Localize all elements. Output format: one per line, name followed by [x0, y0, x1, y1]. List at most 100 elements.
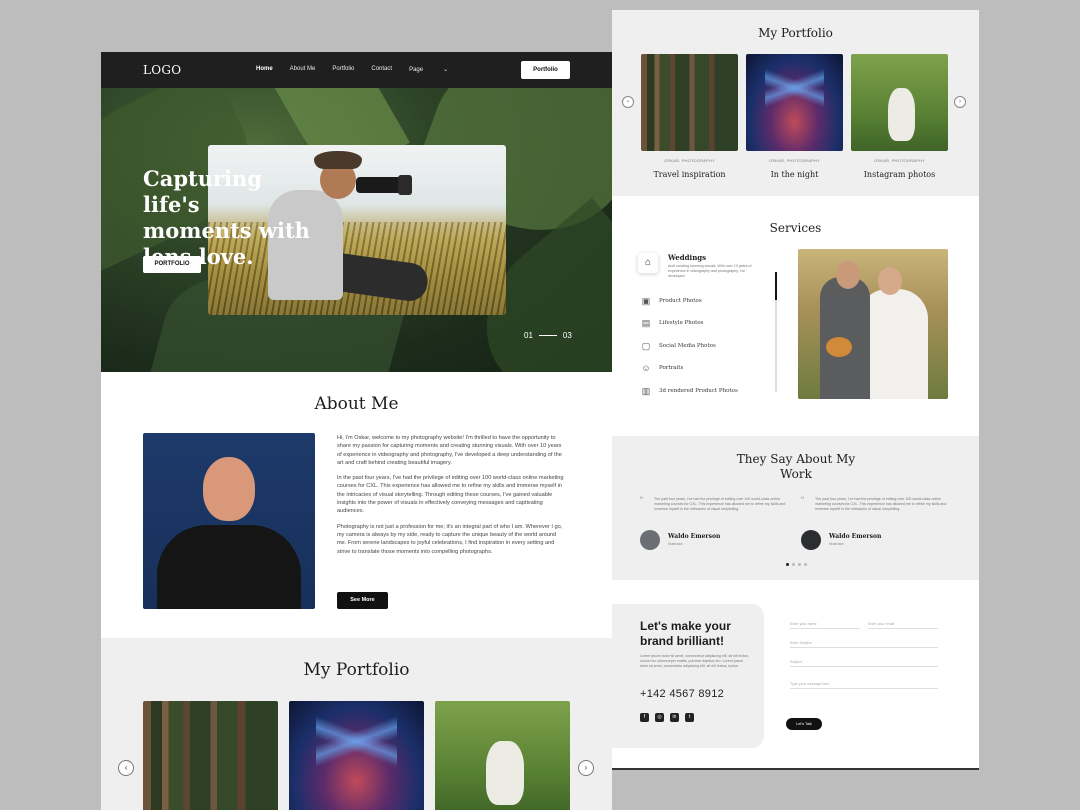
facebook-icon[interactable]: f — [640, 713, 649, 722]
testimonial-pagination — [786, 563, 807, 566]
portfolio-image-concert[interactable] — [746, 54, 843, 151]
nav-portfolio-button[interactable]: Portfolio — [521, 61, 570, 79]
contact-subtitle: Lorem ipsum dolor sit amet, consectetur … — [640, 654, 750, 668]
portfolio-caption[interactable]: Travel inspiration — [641, 170, 738, 179]
hero-portfolio-button[interactable]: PORTFOLIO — [143, 256, 201, 273]
quote-icon: “ — [801, 495, 804, 505]
nav-home[interactable]: Home — [256, 66, 273, 73]
service-label: Product Photos — [659, 298, 702, 304]
service-item[interactable]: ☺ Portraits — [640, 362, 683, 374]
portfolio-image-forest[interactable] — [143, 701, 278, 810]
portfolio-image-concert[interactable] — [289, 701, 424, 810]
chevron-down-icon: ⌄ — [443, 67, 449, 73]
portfolio-next-icon[interactable]: › — [954, 96, 966, 108]
homepage-left: LOGO Home About Me Portfolio Contact Pag… — [101, 52, 612, 810]
photographer-hat — [314, 151, 362, 169]
pagination-dot[interactable] — [798, 563, 801, 566]
testimonials-title: They Say About My Work — [736, 452, 856, 481]
product-icon: ▣ — [641, 296, 651, 306]
see-more-button[interactable]: See More — [337, 592, 388, 609]
service-label: Portraits — [659, 365, 684, 371]
testimonial-role: Illustrator — [829, 542, 844, 546]
quote-icon: “ — [640, 495, 643, 505]
camera-icon: ⌂ — [638, 253, 658, 273]
about-title: About Me — [314, 394, 399, 414]
testimonial-role: Illustrator — [668, 542, 683, 546]
portrait-shirt — [157, 525, 301, 609]
portfolio-next-icon[interactable]: › — [578, 760, 594, 776]
pagination-dot[interactable] — [786, 563, 789, 566]
avatar — [801, 530, 821, 550]
footer-bar — [612, 768, 979, 770]
portfolio-title-right: My Portfolio — [758, 26, 833, 40]
portrait-icon: ☺ — [641, 363, 651, 373]
service-label: Social Media Photos — [659, 343, 716, 349]
service-item[interactable]: ▤ Lifestyle Photos — [640, 317, 704, 329]
bride-head — [878, 267, 902, 295]
service-label: Lifestyle Photos — [659, 320, 704, 326]
logo[interactable]: LOGO — [143, 63, 181, 77]
services-scroll-thumb[interactable] — [775, 272, 777, 300]
nav-about[interactable]: About Me — [290, 66, 316, 73]
portfolio-title: My Portfolio — [303, 660, 410, 680]
pagination-dot[interactable] — [804, 563, 807, 566]
counter-divider — [538, 335, 557, 336]
email-field[interactable]: Enter your email — [868, 622, 938, 629]
testimonial-name: Waldo Emerson — [829, 533, 882, 540]
service-active-desc: Andi creating stunning visuals. With ove… — [668, 264, 752, 278]
slide-counter: 01 03 — [524, 331, 572, 340]
testimonial-text: The past four years, I've had the privil… — [654, 497, 786, 511]
portfolio-image-forest[interactable] — [641, 54, 738, 151]
about-paragraph: In the past four years, I've had the pri… — [337, 475, 564, 515]
linkedin-icon[interactable]: in — [670, 713, 679, 722]
portfolio-caption[interactable]: Instagram photos — [851, 170, 948, 179]
service-active-label: Weddings — [668, 253, 707, 262]
about-portrait — [143, 433, 315, 609]
portfolio-meta: OSKAR, PHOTOGRAPHY — [769, 158, 820, 163]
nav-page-label: Page — [409, 67, 424, 73]
portfolio-prev-icon[interactable]: ‹ — [118, 760, 134, 776]
contact-phone[interactable]: +142 4567 8912 — [640, 688, 724, 700]
portfolio-caption[interactable]: In the night — [746, 170, 843, 179]
service-item[interactable]: ▢ Social Media Photos — [640, 340, 716, 352]
nav-portfolio[interactable]: Portfolio — [332, 66, 354, 73]
about-paragraph: Hi, I'm Oskar, welcome to my photography… — [337, 435, 562, 466]
subject-field[interactable]: Enter Subject — [790, 641, 938, 648]
hero-title: Capturing life's moments with lens love. — [143, 166, 310, 269]
main-menu: Home About Me Portfolio Contact Page ⌄ — [256, 66, 482, 73]
nav-page[interactable]: Page ⌄ — [409, 66, 465, 73]
cube-icon: ▥ — [641, 386, 651, 396]
camera-lens — [398, 175, 412, 195]
wedding-photo — [798, 249, 948, 399]
slide-current: 01 — [524, 331, 533, 340]
about-paragraph: Photography is not just a profession for… — [337, 523, 563, 555]
slide-total: 03 — [562, 331, 572, 340]
avatar — [640, 530, 660, 550]
portfolio-prev-icon[interactable]: ‹ — [622, 96, 634, 108]
portfolio-meta: OSKAR, PHOTOGRAPHY — [874, 158, 925, 163]
homepage-right: My Portfolio OSKAR, PHOTOGRAPHY OSKAR, P… — [612, 10, 979, 770]
pagination-dot[interactable] — [792, 563, 795, 566]
instagram-icon[interactable]: ◎ — [655, 713, 664, 722]
twitter-icon[interactable]: t — [685, 713, 694, 722]
navbar: LOGO Home About Me Portfolio Contact Pag… — [101, 52, 612, 88]
portrait-head — [203, 457, 255, 521]
testimonial-name: Waldo Emerson — [668, 533, 721, 540]
portfolio-meta: OSKAR, PHOTOGRAPHY — [664, 158, 715, 163]
subject-field-2[interactable]: Subject — [790, 660, 938, 667]
portfolio-image-cat[interactable] — [851, 54, 948, 151]
service-label: 3d rendered Product Photos — [659, 388, 738, 394]
service-item[interactable]: ▥ 3d rendered Product Photos — [640, 385, 738, 397]
portfolio-image-cat[interactable] — [435, 701, 570, 810]
nav-contact[interactable]: Contact — [371, 66, 392, 73]
service-item-active[interactable]: ⌂ Weddings Andi creating stunning visual… — [638, 251, 760, 287]
message-field[interactable]: Type your message here — [790, 682, 938, 689]
service-item[interactable]: ▣ Product Photos — [640, 295, 702, 307]
lets-talk-button[interactable]: Let's Talk — [786, 718, 822, 730]
social-links: f ◎ in t — [640, 713, 694, 722]
contact-title: Let's make your brand brilliant! — [640, 619, 731, 648]
hero-section: Capturing life's moments with lens love.… — [101, 88, 612, 372]
about-text: Hi, I'm Oskar, welcome to my photography… — [337, 434, 565, 563]
name-field[interactable]: Enter your name — [790, 622, 860, 629]
groom-head — [836, 261, 860, 289]
